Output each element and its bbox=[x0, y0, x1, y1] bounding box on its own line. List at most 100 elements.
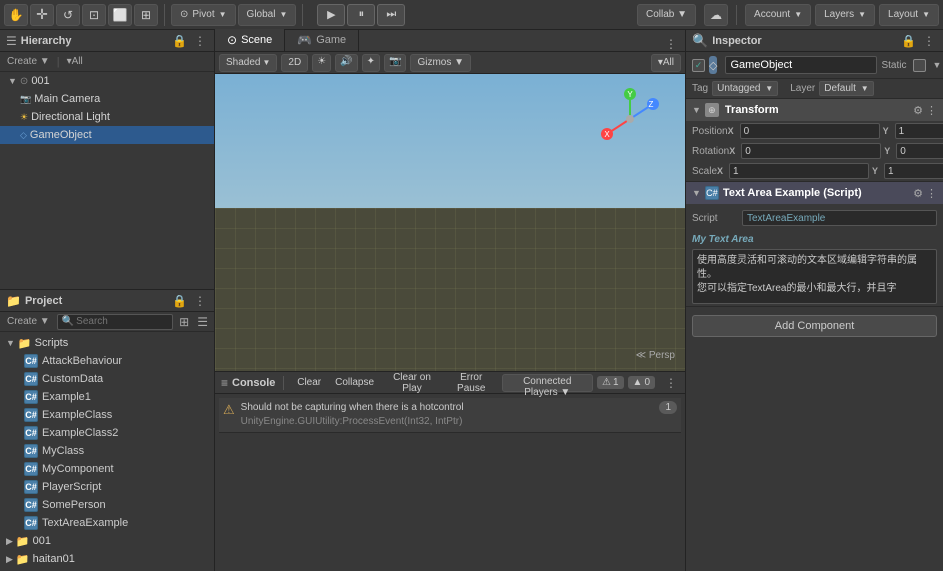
someperson-item[interactable]: C# SomePerson bbox=[0, 496, 214, 514]
project-filter-btn[interactable]: ☰ bbox=[195, 315, 210, 329]
tag-dropdown[interactable]: Untagged ▼ bbox=[712, 81, 778, 96]
error-count-badge: ⚠ 1 bbox=[597, 376, 624, 389]
position-y-input[interactable] bbox=[895, 123, 943, 139]
console-message[interactable]: ⚠ Should not be capturing when there is … bbox=[219, 398, 681, 433]
collab-btn[interactable]: Collab ▼ bbox=[637, 4, 696, 26]
global-btn[interactable]: Global ▼ bbox=[238, 4, 297, 26]
shaded-btn[interactable]: Shaded ▼ bbox=[219, 54, 277, 72]
static-checkbox[interactable] bbox=[913, 59, 926, 72]
layers-btn[interactable]: Layers ▼ bbox=[815, 4, 875, 26]
tab-scene[interactable]: ⊙ Scene bbox=[215, 29, 285, 51]
playmode-group: ▶ ⏸ ⏭ bbox=[317, 4, 405, 26]
layer-dropdown[interactable]: Default ▼ bbox=[819, 81, 873, 96]
transform-arrow: ▼ bbox=[692, 105, 701, 115]
cloud-btn[interactable]: ☁ bbox=[704, 4, 728, 26]
hierarchy-lock-btn[interactable]: 🔒 bbox=[170, 34, 189, 48]
gameobject-active-checkbox[interactable]: ✓ bbox=[692, 59, 705, 72]
scene-gizmo[interactable]: Z Y X bbox=[595, 84, 665, 154]
project-more-btn[interactable]: ⋮ bbox=[192, 294, 208, 308]
gizmos-btn[interactable]: Gizmos ▼ bbox=[410, 54, 471, 72]
error-pause-btn[interactable]: Error Pause bbox=[445, 371, 498, 395]
exampleclass-icon: C# bbox=[24, 408, 38, 422]
transform-header[interactable]: ▼ ⊕ Transform ⚙ ⋮ bbox=[686, 99, 943, 121]
console-more-btn[interactable]: ⋮ bbox=[663, 376, 679, 390]
fx-toggle[interactable]: ✦ bbox=[362, 54, 380, 72]
game-tab-label: Game bbox=[316, 34, 346, 46]
script-section: Script TextAreaExample bbox=[686, 204, 943, 232]
light-toggle[interactable]: ☀ bbox=[312, 54, 331, 72]
script-comp-more-btn[interactable]: ⋮ bbox=[926, 187, 937, 200]
tab-game[interactable]: 🎮 Game bbox=[285, 29, 359, 51]
main-camera-label: Main Camera bbox=[34, 93, 100, 105]
scene-root-item[interactable]: ▼ ⊙ 001 bbox=[0, 72, 214, 90]
script-comp-settings-btn[interactable]: ⚙ bbox=[913, 187, 923, 200]
pause-btn[interactable]: ⏸ bbox=[347, 4, 375, 26]
rotation-y-input[interactable] bbox=[896, 143, 943, 159]
static-label: Static bbox=[881, 60, 906, 71]
scripts-folder[interactable]: ▼ 📁 Scripts bbox=[0, 334, 214, 352]
exampleclass-item[interactable]: C# ExampleClass bbox=[0, 406, 214, 424]
main-layout: ☰ Hierarchy 🔒 ⋮ Create ▼ | ▾All ▼ ⊙ 001 bbox=[0, 30, 943, 571]
folder-001-item[interactable]: ▶ 📁 001 bbox=[0, 532, 214, 550]
inspector-more-btn[interactable]: ⋮ bbox=[921, 34, 937, 48]
script-ref-label: Script bbox=[692, 213, 742, 224]
rect-tool-btn[interactable]: ⬜ bbox=[108, 4, 132, 26]
project-lock-btn[interactable]: 🔒 bbox=[170, 294, 189, 308]
customdata-item[interactable]: C# CustomData bbox=[0, 370, 214, 388]
mycomponent-item[interactable]: C# MyComponent bbox=[0, 460, 214, 478]
transform-settings-btn[interactable]: ⚙ bbox=[913, 104, 923, 117]
add-component-btn[interactable]: Add Component bbox=[692, 315, 937, 337]
attackbehaviour-item[interactable]: C# AttackBehaviour bbox=[0, 352, 214, 370]
2d-btn[interactable]: 2D bbox=[281, 54, 308, 72]
gameobject-item[interactable]: ◇ GameObject bbox=[0, 126, 214, 144]
attackbehaviour-icon: C# bbox=[24, 354, 38, 368]
project-create-btn[interactable]: Create ▼ bbox=[4, 316, 53, 327]
console-title: Console bbox=[232, 377, 275, 389]
connected-players-btn[interactable]: Connected Players ▼ bbox=[502, 374, 594, 392]
hierarchy-more-btn[interactable]: ⋮ bbox=[192, 34, 208, 48]
move-tool-btn[interactable]: ✛ bbox=[30, 4, 54, 26]
static-dropdown[interactable]: ▼ bbox=[932, 60, 941, 70]
clear-btn[interactable]: Clear bbox=[292, 376, 326, 389]
rotation-x-input[interactable] bbox=[741, 143, 881, 159]
transform-tool-btn[interactable]: ⊞ bbox=[134, 4, 158, 26]
project-view-btn[interactable]: ⊞ bbox=[177, 315, 191, 329]
collapse-btn[interactable]: Collapse bbox=[330, 376, 379, 389]
warning-count-badge: ▲ 0 bbox=[628, 376, 655, 389]
camera-toggle[interactable]: 📷 bbox=[384, 54, 406, 72]
rotate-tool-btn[interactable]: ↺ bbox=[56, 4, 80, 26]
transform-more-btn[interactable]: ⋮ bbox=[926, 104, 937, 117]
textareaexample-item[interactable]: C# TextAreaExample bbox=[0, 514, 214, 532]
project-search-input[interactable] bbox=[76, 316, 168, 327]
scale-x-input[interactable] bbox=[729, 163, 869, 179]
pivot-btn[interactable]: ⊙ Pivot ▼ bbox=[171, 4, 236, 26]
script-ref-value[interactable]: TextAreaExample bbox=[742, 210, 937, 226]
hierarchy-create-btn[interactable]: Create ▼ bbox=[4, 56, 53, 67]
scene-more-btn[interactable]: ⋮ bbox=[663, 37, 679, 51]
exampleclass2-item[interactable]: C# ExampleClass2 bbox=[0, 424, 214, 442]
scene-search-btn[interactable]: ▾All bbox=[651, 54, 681, 72]
account-btn[interactable]: Account ▼ bbox=[745, 4, 811, 26]
haitan01-item[interactable]: ▶ 📁 haitan01 bbox=[0, 550, 214, 568]
playerscript-item[interactable]: C# PlayerScript bbox=[0, 478, 214, 496]
scale-tool-btn[interactable]: ⊡ bbox=[82, 4, 106, 26]
inspector-lock-btn[interactable]: 🔒 bbox=[899, 34, 918, 48]
directional-light-item[interactable]: ☀ Directional Light bbox=[0, 108, 214, 126]
gameobject-name-input[interactable] bbox=[725, 56, 877, 74]
play-btn[interactable]: ▶ bbox=[317, 4, 345, 26]
scale-y-input[interactable] bbox=[884, 163, 943, 179]
position-x-input[interactable] bbox=[740, 123, 880, 139]
audio-toggle[interactable]: 🔊 bbox=[335, 54, 357, 72]
scene-view[interactable]: Z Y X ≪ Persp bbox=[215, 74, 685, 371]
text-area-content[interactable]: 使用高度灵活和可滚动的文本区域编辑字符串的属性。 您可以指定TextArea的最… bbox=[692, 249, 937, 304]
example1-item[interactable]: C# Example1 bbox=[0, 388, 214, 406]
step-btn[interactable]: ⏭ bbox=[377, 4, 405, 26]
clear-on-play-btn[interactable]: Clear on Play bbox=[383, 371, 441, 395]
layout-btn[interactable]: Layout ▼ bbox=[879, 4, 939, 26]
script-component-header[interactable]: ▼ C# Text Area Example (Script) ⚙ ⋮ bbox=[686, 182, 943, 204]
hand-tool-btn[interactable]: ✋ bbox=[4, 4, 28, 26]
hierarchy-all-btn[interactable]: ▾All bbox=[64, 56, 86, 67]
main-camera-item[interactable]: 📷 Main Camera bbox=[0, 90, 214, 108]
myclass-item[interactable]: C# MyClass bbox=[0, 442, 214, 460]
playerscript-icon: C# bbox=[24, 480, 38, 494]
